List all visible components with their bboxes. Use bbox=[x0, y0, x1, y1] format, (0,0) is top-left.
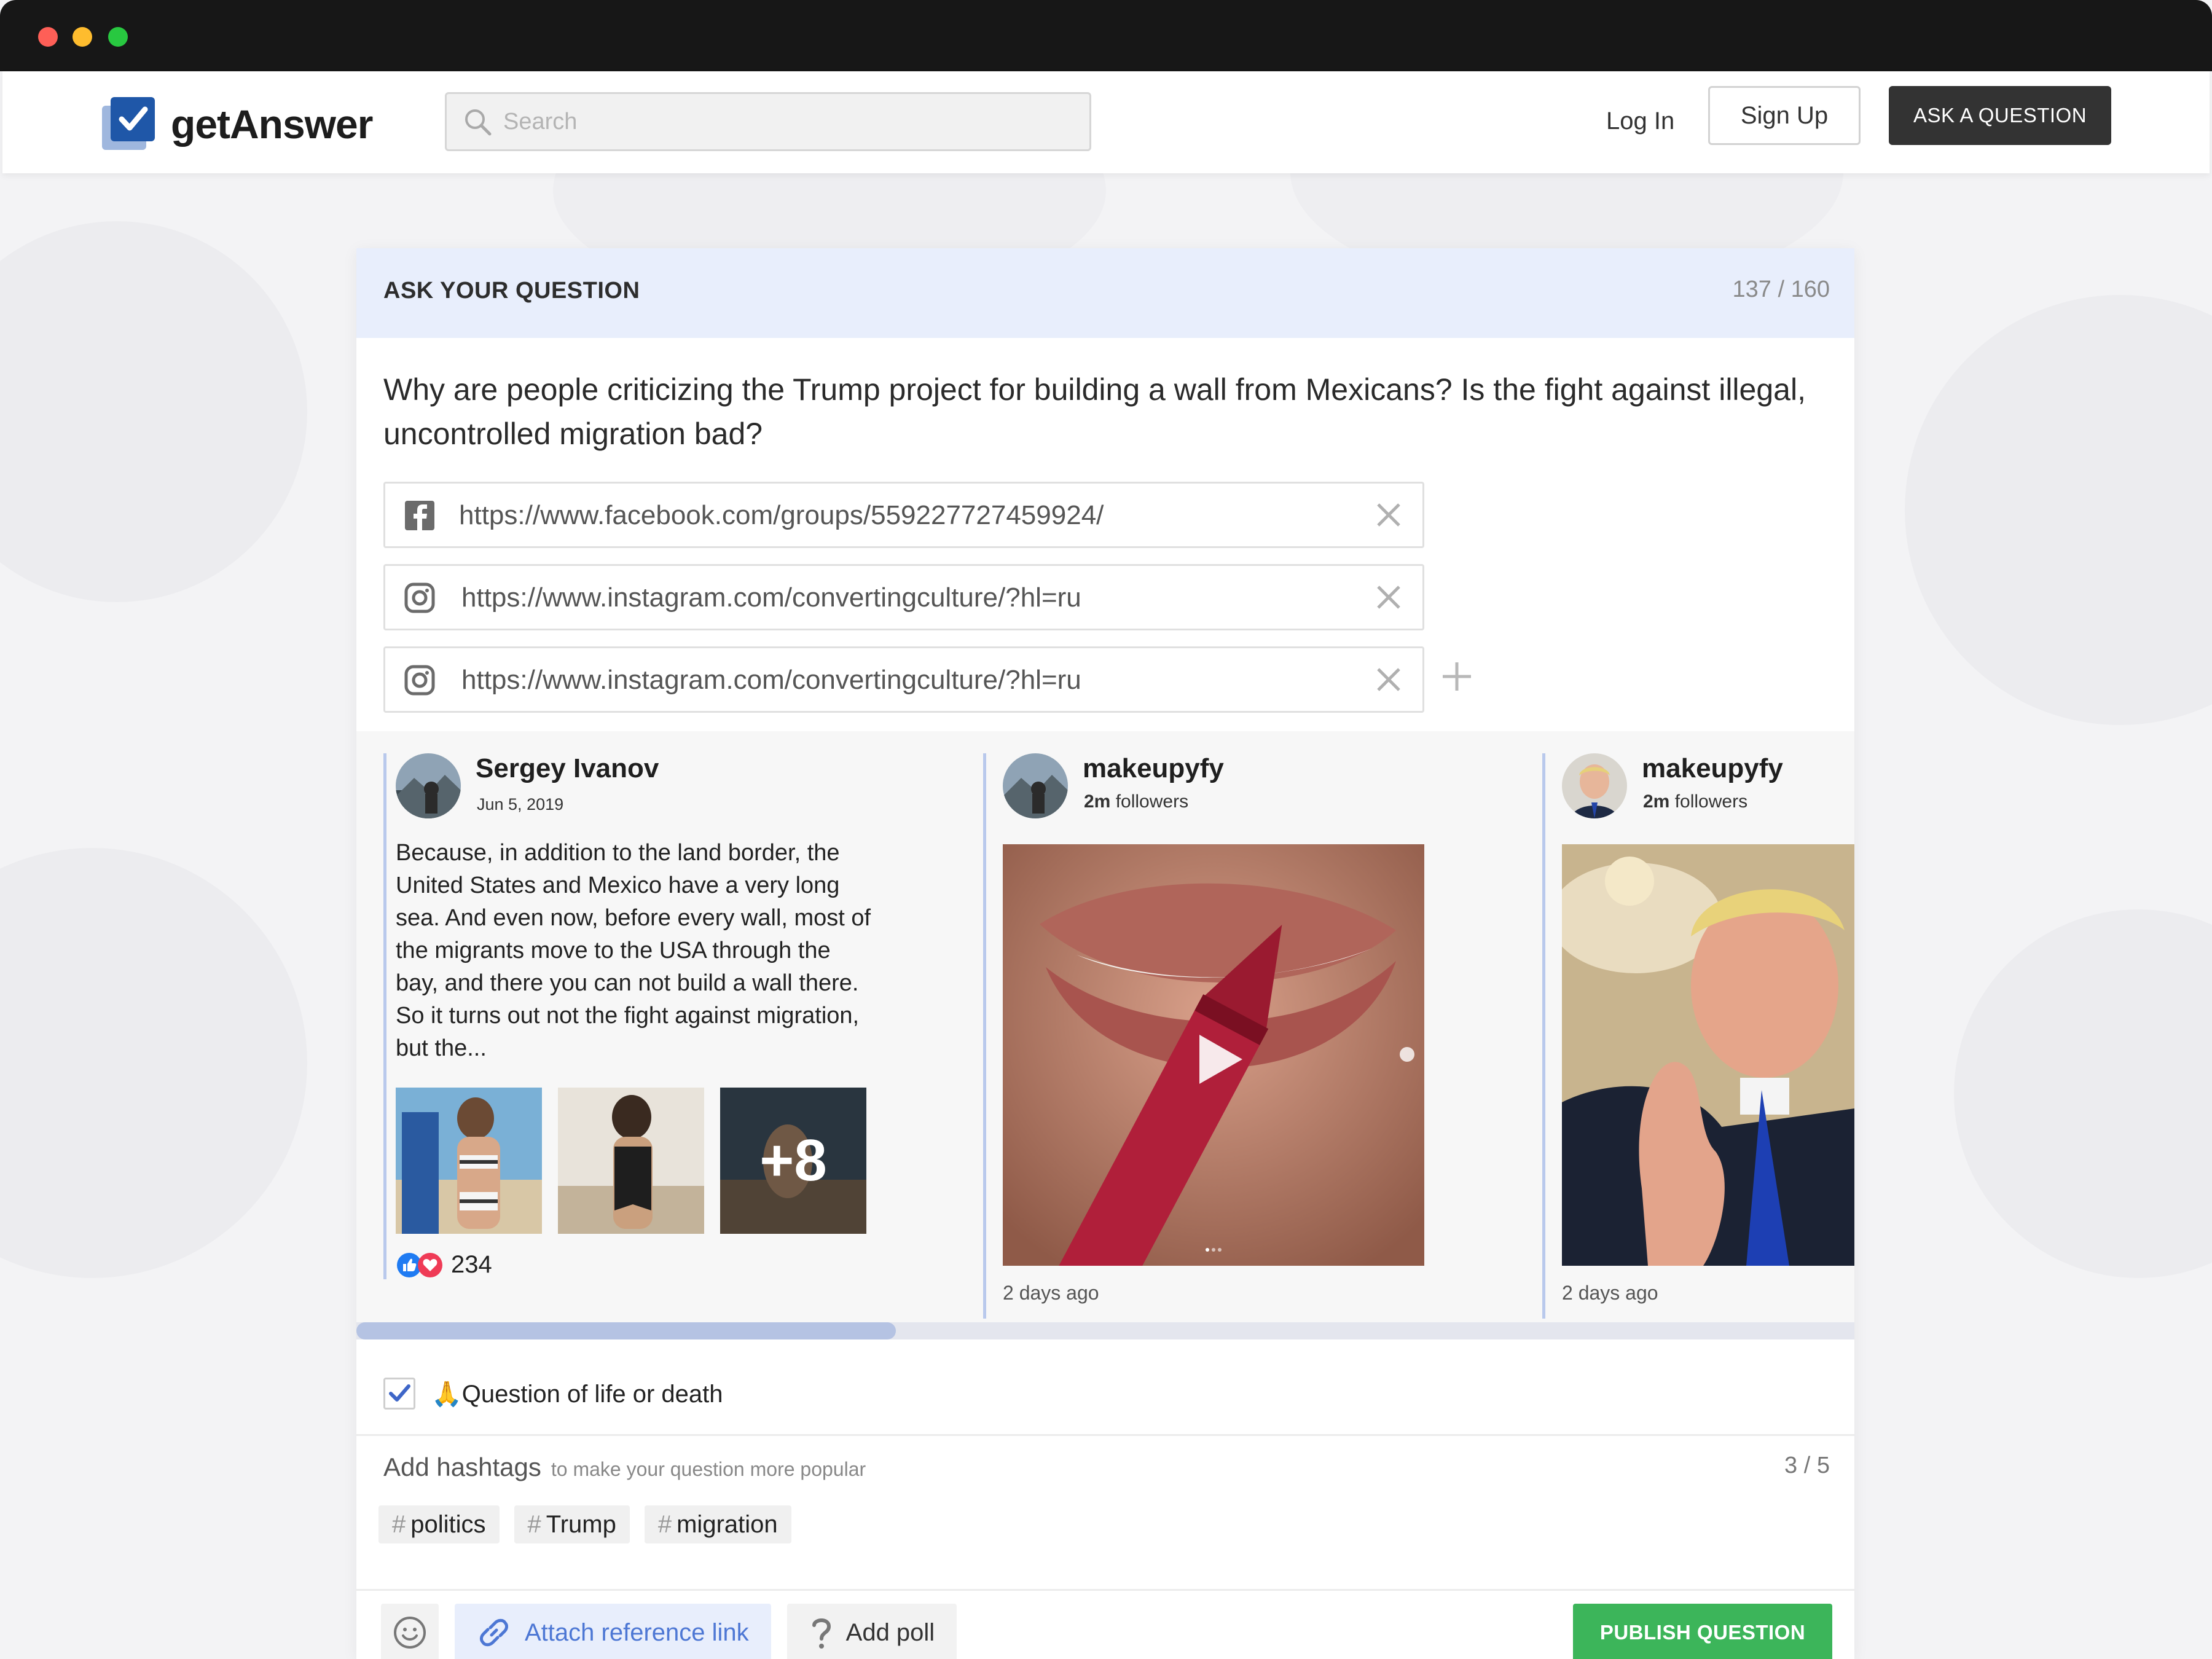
post-author: makeupyfy bbox=[1642, 753, 1783, 783]
hashtag-chip[interactable]: # Trump bbox=[514, 1505, 630, 1543]
add-poll-label: Add poll bbox=[845, 1618, 935, 1646]
avatar bbox=[396, 753, 461, 818]
post-date: Jun 5, 2019 bbox=[477, 795, 564, 814]
followers-count: 2m followers bbox=[1084, 791, 1189, 812]
logo-check-icon bbox=[100, 95, 159, 154]
divider bbox=[356, 1589, 1854, 1591]
publish-question-button[interactable]: PUBLISH QUESTION bbox=[1573, 1604, 1832, 1659]
hashtags-hint: to make your question more popular bbox=[551, 1458, 866, 1480]
signup-button[interactable]: Sign Up bbox=[1708, 86, 1861, 145]
facebook-icon bbox=[405, 501, 434, 530]
minimize-window-button[interactable] bbox=[73, 27, 92, 47]
logo[interactable]: getAnswer bbox=[100, 93, 373, 155]
clear-link-icon[interactable] bbox=[1373, 582, 1404, 613]
link-url: https://www.facebook.com/groups/55922772… bbox=[459, 500, 1104, 530]
post-photo[interactable] bbox=[558, 1088, 704, 1234]
followers-count: 2m followers bbox=[1643, 791, 1748, 812]
preview-card-instagram[interactable]: makeupyfy 2m followers 2 days ago bbox=[983, 753, 1512, 1319]
logo-text: getAnswer bbox=[171, 101, 373, 147]
hashtag-list: # politics # Trump # migration bbox=[378, 1505, 791, 1543]
instagram-icon bbox=[404, 582, 435, 613]
clear-link-icon[interactable] bbox=[1373, 664, 1404, 695]
maximize-window-button[interactable] bbox=[108, 27, 128, 47]
priority-checkbox[interactable] bbox=[383, 1378, 415, 1410]
reference-link-field[interactable]: https://www.instagram.com/convertingcult… bbox=[383, 646, 1424, 713]
login-link[interactable]: Log In bbox=[1606, 100, 1674, 143]
card-header: ASK YOUR QUESTION 137 / 160 bbox=[356, 248, 1854, 338]
scrollbar-thumb[interactable] bbox=[356, 1322, 896, 1339]
priority-label: 🙏Question of life or death bbox=[431, 1380, 723, 1408]
instagram-icon bbox=[404, 665, 435, 696]
question-mark-icon bbox=[812, 1618, 831, 1649]
attach-link-button[interactable]: Attach reference link bbox=[455, 1604, 771, 1659]
post-text: Because, in addition to the land border,… bbox=[396, 840, 871, 1061]
char-counter: 137 / 160 bbox=[1732, 276, 1830, 302]
link-url: https://www.instagram.com/convertingcult… bbox=[461, 665, 1081, 695]
hashtag-chip[interactable]: # politics bbox=[378, 1505, 500, 1543]
add-poll-button[interactable]: Add poll bbox=[786, 1604, 957, 1659]
search-input[interactable] bbox=[503, 108, 1056, 135]
post-video[interactable] bbox=[1003, 844, 1424, 1266]
more-photos-count: +8 bbox=[759, 1128, 827, 1193]
hashtags-label: Add hashtags to make your question more p… bbox=[383, 1453, 866, 1481]
checkmark-icon bbox=[389, 1384, 410, 1402]
post-author: Sergey Ivanov bbox=[476, 753, 659, 783]
link-icon bbox=[480, 1618, 508, 1647]
link-previews-carousel[interactable]: Sergey Ivanov Jun 5, 2019 Because, in ad… bbox=[356, 731, 1854, 1322]
post-time: 2 days ago bbox=[1003, 1282, 1099, 1304]
carousel-scrollbar[interactable] bbox=[356, 1322, 1854, 1339]
reaction-count: 234 bbox=[451, 1251, 492, 1278]
preview-card-instagram[interactable]: makeupyfy 2m followers 2 days ago bbox=[1542, 753, 1854, 1319]
post-photo[interactable] bbox=[1562, 844, 1854, 1266]
card-title: ASK YOUR QUESTION bbox=[383, 278, 640, 304]
emoji-button[interactable] bbox=[381, 1604, 439, 1659]
ask-question-button[interactable]: ASK A QUESTION bbox=[1889, 86, 2111, 145]
heart-icon bbox=[418, 1252, 442, 1277]
add-link-plus-icon[interactable] bbox=[1440, 660, 1473, 693]
reactions[interactable]: 234 bbox=[396, 1251, 492, 1279]
divider bbox=[356, 1434, 1854, 1436]
window-titlebar bbox=[0, 0, 2212, 71]
preview-card-post[interactable]: Sergey Ivanov Jun 5, 2019 Because, in ad… bbox=[383, 753, 936, 1279]
close-window-button[interactable] bbox=[38, 27, 58, 47]
link-url: https://www.instagram.com/convertingcult… bbox=[461, 582, 1081, 613]
hashtags-count: 3 / 5 bbox=[1784, 1453, 1830, 1478]
question-input[interactable]: Why are people criticizing the Trump pro… bbox=[383, 367, 1834, 456]
priority-option[interactable]: 🙏Question of life or death bbox=[383, 1375, 723, 1412]
avatar bbox=[1003, 753, 1068, 818]
post-time: 2 days ago bbox=[1562, 1282, 1658, 1304]
compose-toolbar: Attach reference link Add poll bbox=[381, 1604, 957, 1659]
attach-link-label: Attach reference link bbox=[525, 1618, 749, 1646]
clear-link-icon[interactable] bbox=[1373, 500, 1404, 530]
avatar bbox=[1562, 753, 1627, 818]
post-author: makeupyfy bbox=[1083, 753, 1224, 783]
search-icon bbox=[465, 109, 492, 136]
smiley-icon bbox=[394, 1617, 426, 1649]
more-photos-thumb[interactable]: +8 bbox=[720, 1088, 866, 1234]
reference-link-field[interactable]: https://www.instagram.com/convertingcult… bbox=[383, 564, 1424, 630]
search-bar[interactable] bbox=[445, 92, 1091, 151]
site-header: getAnswer Log In Sign Up ASK A QUESTION bbox=[2, 71, 2210, 173]
post-photo[interactable] bbox=[396, 1088, 542, 1234]
hashtag-chip[interactable]: # migration bbox=[644, 1505, 791, 1543]
reference-link-field[interactable]: https://www.facebook.com/groups/55922772… bbox=[383, 482, 1424, 548]
ask-question-card: ASK YOUR QUESTION 137 / 160 Why are peop… bbox=[356, 248, 1854, 1659]
